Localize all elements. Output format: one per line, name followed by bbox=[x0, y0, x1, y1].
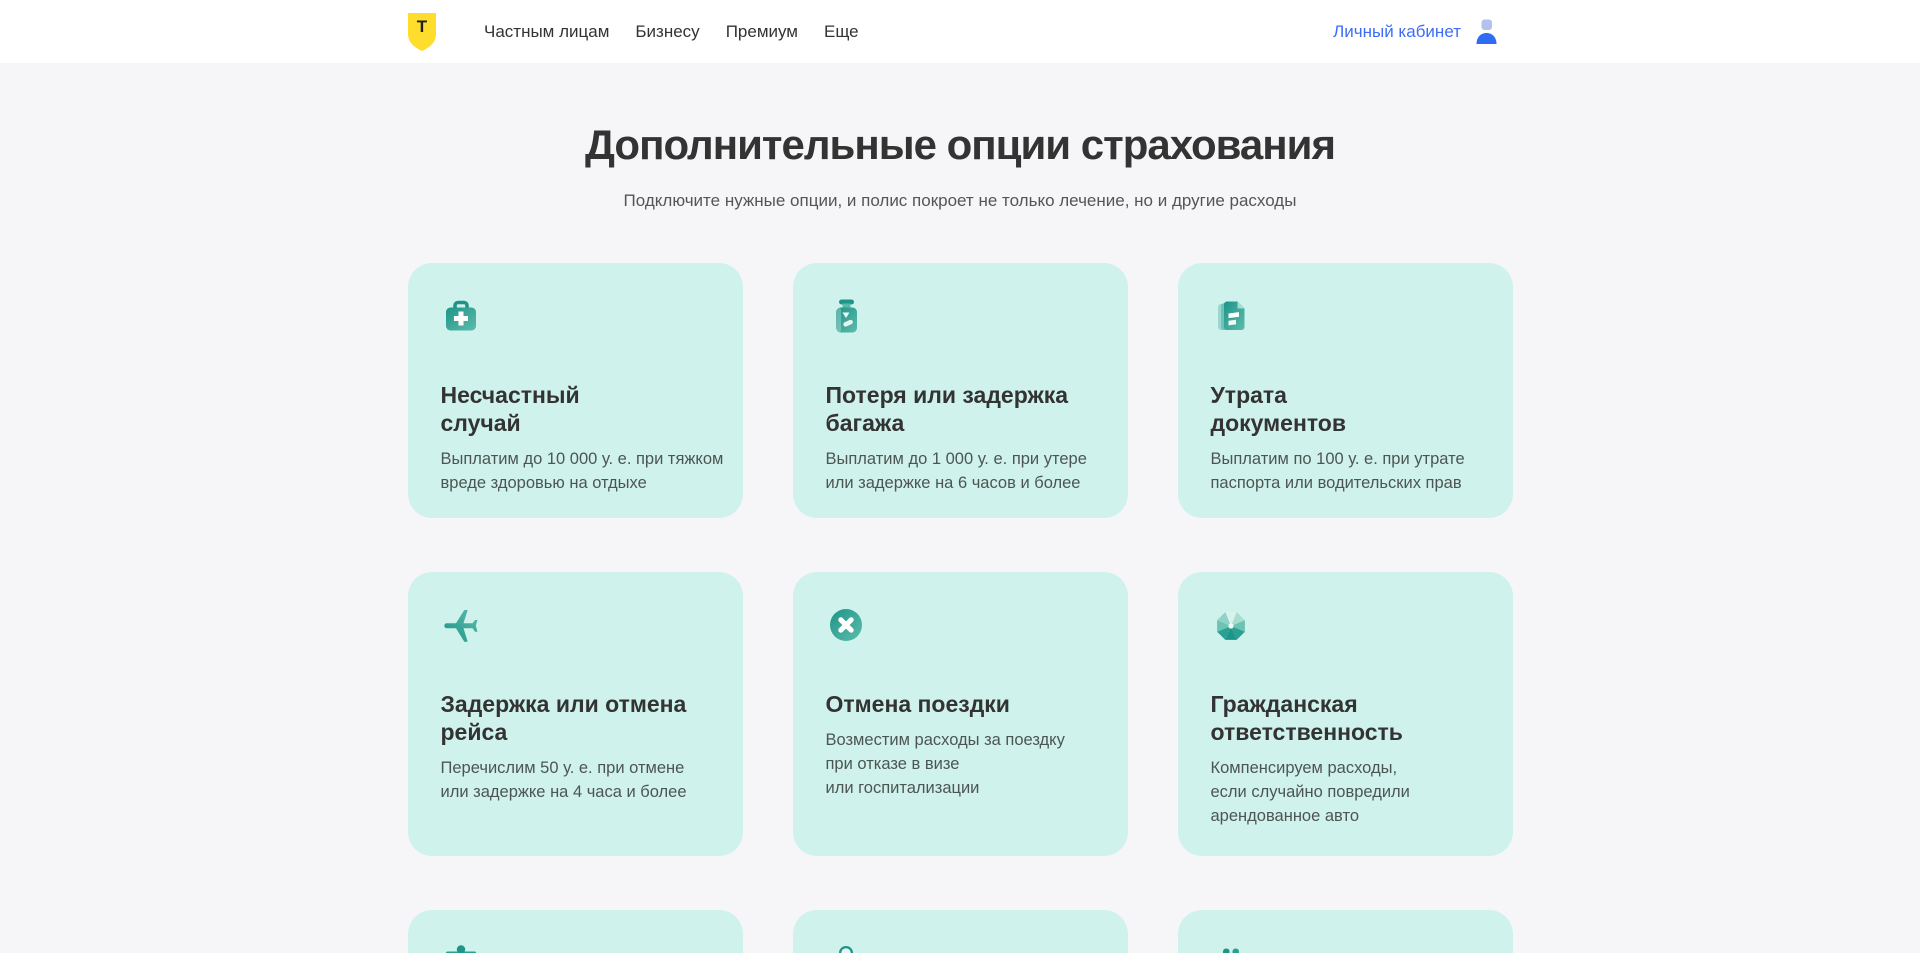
card-accident[interactable]: Несчастный случай Выплатим до 10 000 у. … bbox=[408, 263, 743, 518]
faceted-gem-icon bbox=[1211, 605, 1251, 645]
account-button[interactable]: Личный кабинет bbox=[1333, 18, 1499, 45]
card-civil-liability[interactable]: Гражданская ответственность Компенсируем… bbox=[1178, 572, 1513, 856]
card-baggage[interactable]: Потеря или задержка багажа Выплатим до 1… bbox=[793, 263, 1128, 518]
suitcase-icon bbox=[826, 296, 866, 336]
card-title: Задержка или отмена рейса bbox=[441, 690, 729, 746]
account-label: Личный кабинет bbox=[1333, 22, 1461, 42]
nav-item-premium[interactable]: Премиум bbox=[726, 22, 798, 42]
card-title: Утрата документов bbox=[1211, 381, 1499, 437]
nav-item-more[interactable]: Еще bbox=[824, 22, 859, 42]
card-partial-3[interactable] bbox=[1178, 910, 1513, 953]
airplane-icon bbox=[441, 605, 481, 645]
card-title: Потеря или задержка багажа bbox=[826, 381, 1114, 437]
card-description: Выплатим до 1 000 у. е. при утере или за… bbox=[826, 447, 1114, 495]
card-title: Несчастный случай bbox=[441, 381, 729, 437]
card-description: Выплатим до 10 000 у. е. при тяжком вред… bbox=[441, 447, 729, 495]
options-grid: Несчастный случай Выплатим до 10 000 у. … bbox=[408, 263, 1513, 953]
tbank-logo[interactable]: T bbox=[408, 13, 436, 51]
card-trip-cancellation[interactable]: Отмена поездки Возместим расходы за поез… bbox=[793, 572, 1128, 856]
nav-item-business[interactable]: Бизнесу bbox=[635, 22, 699, 42]
nav-item-private[interactable]: Частным лицам bbox=[484, 22, 609, 42]
first-aid-kit-icon bbox=[441, 296, 481, 336]
card-description: Выплатим по 100 у. е. при утрате паспорт… bbox=[1211, 447, 1499, 495]
card-title: Гражданская ответственность bbox=[1211, 690, 1499, 746]
card-flight-delay[interactable]: Задержка или отмена рейса Перечислим 50 … bbox=[408, 572, 743, 856]
card-partial-2[interactable] bbox=[793, 910, 1128, 953]
user-icon bbox=[1474, 18, 1499, 45]
card-title: Отмена поездки bbox=[826, 690, 1114, 718]
card-description: Перечислим 50 у. е. при отмене или задер… bbox=[441, 756, 729, 804]
page-subtitle: Подключите нужные опции, и полис покроет… bbox=[0, 191, 1920, 211]
cancel-circle-icon bbox=[826, 605, 866, 645]
card-description: Компенсируем расходы, если случайно повр… bbox=[1211, 756, 1499, 828]
main-nav: Частным лицам Бизнесу Премиум Еще bbox=[484, 22, 859, 42]
card-documents[interactable]: Утрата документов Выплатим по 100 у. е. … bbox=[1178, 263, 1513, 518]
card-partial-1[interactable] bbox=[408, 910, 743, 953]
documents-icon bbox=[1211, 296, 1251, 336]
card-description: Возместим расходы за поездку при отказе … bbox=[826, 728, 1114, 800]
camera-icon bbox=[826, 943, 866, 953]
scales-icon bbox=[441, 943, 481, 953]
top-navbar: T Частным лицам Бизнесу Премиум Еще Личн… bbox=[0, 0, 1920, 63]
logo-letter: T bbox=[417, 17, 428, 36]
page-title: Дополнительные опции страхования bbox=[0, 121, 1920, 169]
barbell-icon bbox=[1211, 943, 1251, 953]
